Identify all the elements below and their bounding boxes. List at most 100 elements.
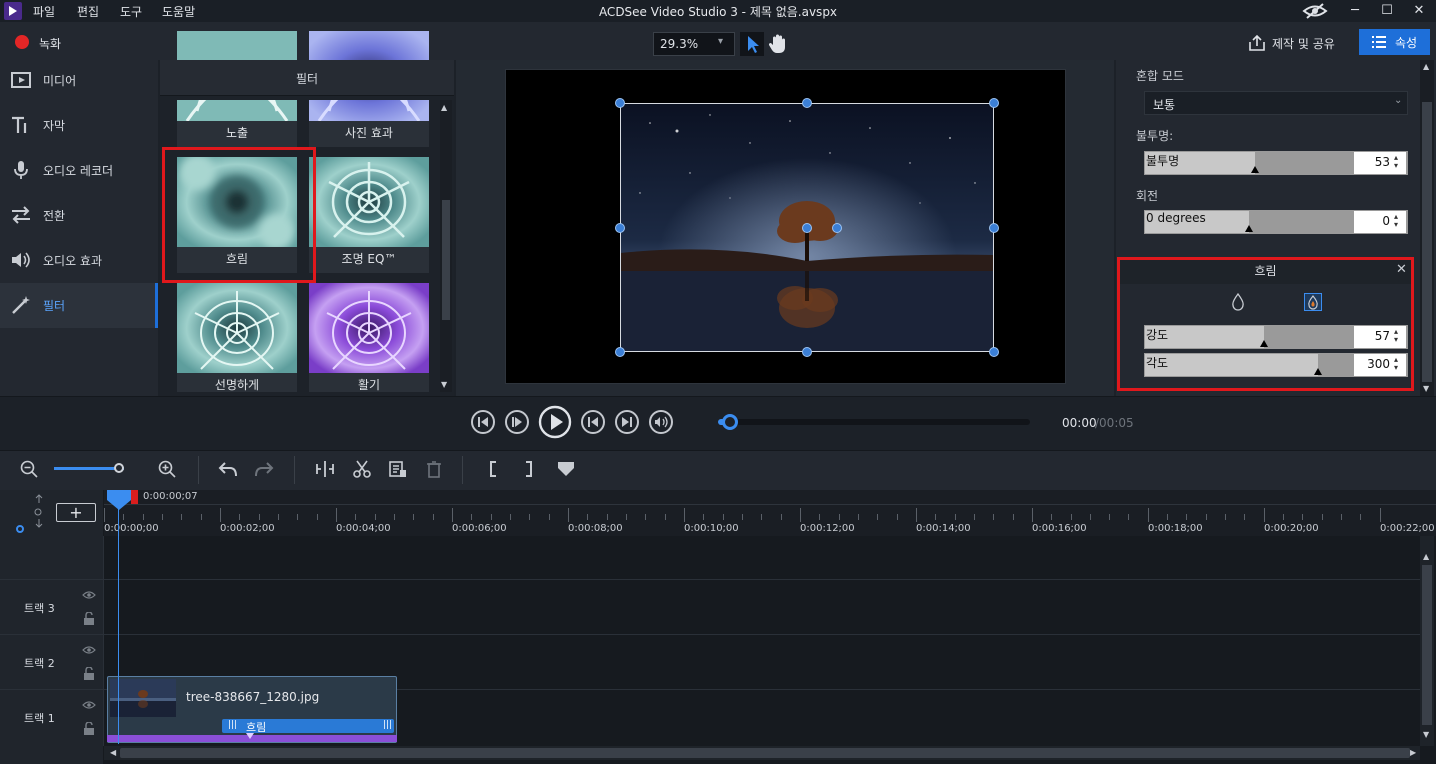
slider-marker[interactable] (1245, 225, 1253, 232)
hand-tool-icon[interactable] (766, 32, 790, 56)
minimize-button[interactable]: ─ (1338, 0, 1372, 22)
timeline-ruler[interactable] (104, 490, 1436, 536)
nav-item-filters[interactable]: 필터 (0, 283, 158, 328)
pointer-tool-icon[interactable] (740, 32, 764, 56)
add-track-button[interactable]: + (56, 503, 96, 522)
scroll-up-icon[interactable]: ▲ (441, 103, 447, 112)
resize-handle[interactable] (615, 98, 625, 108)
share-icon[interactable] (1248, 34, 1266, 52)
resize-handle[interactable] (802, 98, 812, 108)
app-logo-icon (4, 2, 22, 20)
record-icon[interactable] (15, 35, 29, 49)
filter-bar-right-handle[interactable]: ||| (383, 720, 392, 730)
timeline-zoom-knob[interactable] (114, 463, 124, 473)
filter-panel-title-text: 필터 (295, 72, 319, 86)
scroll-down-icon[interactable]: ▼ (1423, 730, 1429, 739)
filter-label: 사진 효과 (309, 121, 429, 147)
nav-item-transition[interactable]: 전환 (0, 193, 158, 238)
track-header-divider (103, 536, 104, 746)
scissors-icon[interactable] (352, 460, 372, 478)
mark-in-icon[interactable] (486, 460, 502, 478)
step-back-icon[interactable] (504, 409, 530, 435)
zoom-in-icon[interactable] (158, 460, 176, 478)
eye-settings-icon[interactable] (1302, 2, 1328, 20)
ruler-tick (316, 514, 318, 520)
menu-tools[interactable]: 도구 (120, 3, 142, 20)
play-icon[interactable] (537, 404, 573, 440)
properties-button[interactable]: 속성 (1359, 29, 1430, 55)
spinner-icon[interactable]: ▴ ▾ (1394, 154, 1404, 170)
marker-icon[interactable] (556, 460, 576, 478)
resize-handle[interactable] (989, 98, 999, 108)
resize-handle[interactable] (615, 347, 625, 357)
resize-handle[interactable] (802, 347, 812, 357)
lock-icon[interactable] (83, 722, 95, 736)
nav-label: 오디오 효과 (43, 254, 103, 268)
delete-icon[interactable] (424, 460, 444, 478)
rewind-icon[interactable] (470, 409, 496, 435)
nav-item-audio-recorder[interactable]: 오디오 레코더 (0, 148, 158, 193)
track-row-3[interactable] (0, 579, 1420, 634)
share-button[interactable]: 제작 및 공유 (1272, 35, 1335, 52)
record-label[interactable]: 녹화 (39, 35, 61, 52)
spinner-icon[interactable]: ▴ ▾ (1394, 213, 1404, 229)
ruler-tick (1051, 514, 1053, 520)
lock-icon[interactable] (83, 612, 95, 626)
filter-thumb-lighting-eq[interactable]: 조명 EQ™ (309, 157, 429, 273)
scroll-up-icon[interactable]: ▲ (1423, 62, 1429, 71)
volume-icon[interactable] (648, 409, 674, 435)
filter-preview-image (309, 283, 429, 373)
seek-track[interactable] (730, 419, 1030, 425)
filter-bar-left-handle[interactable]: ||| (228, 720, 237, 730)
eye-icon[interactable] (82, 645, 96, 655)
ruler-tick (1109, 514, 1111, 520)
menu-help[interactable]: 도움말 (162, 3, 195, 20)
scroll-left-icon[interactable]: ◀ (110, 748, 116, 757)
tick-label: 0:00:14;00 (916, 523, 971, 534)
nav-item-audio-effects[interactable]: 오디오 효과 (0, 238, 158, 283)
redo-icon[interactable] (254, 460, 274, 478)
resize-handle[interactable] (989, 223, 999, 233)
undo-icon[interactable] (218, 460, 238, 478)
resize-handle[interactable] (615, 223, 625, 233)
filter-scroll-thumb[interactable] (442, 200, 450, 320)
ruler-tick (1147, 508, 1149, 522)
blend-mode-select[interactable]: 보통 (1144, 91, 1408, 115)
seek-knob[interactable] (722, 414, 738, 430)
zoom-vertical-icon[interactable] (30, 493, 48, 533)
resize-handle[interactable] (989, 347, 999, 357)
ruler-tick (683, 508, 685, 522)
timeline-vertical-thumb[interactable] (1422, 565, 1432, 725)
lock-icon[interactable] (83, 667, 95, 681)
menu-file[interactable]: 파일 (33, 3, 55, 20)
clip-marker-icon[interactable] (246, 733, 254, 739)
nav-item-title[interactable]: 자막 (0, 103, 158, 148)
scroll-right-icon[interactable]: ▶ (1410, 748, 1416, 757)
mark-out-icon[interactable] (520, 460, 536, 478)
center-handle[interactable] (802, 223, 812, 233)
timeline-horizontal-thumb[interactable] (120, 748, 1410, 758)
menu-edit[interactable]: 편집 (77, 3, 99, 20)
rotate-handle[interactable] (832, 223, 842, 233)
previous-icon[interactable] (580, 409, 606, 435)
playhead-handle[interactable] (107, 490, 131, 510)
ruler-tick (200, 514, 202, 520)
split-icon[interactable] (315, 460, 335, 478)
filter-thumb-vibrance[interactable]: 활기 (309, 283, 429, 399)
filter-thumb-sharpen[interactable]: 선명하게 (177, 283, 297, 399)
ruler-tick (1128, 514, 1130, 520)
maximize-button[interactable]: ☐ (1370, 0, 1404, 22)
properties-scroll-thumb[interactable] (1422, 102, 1432, 382)
slider-marker[interactable] (1251, 166, 1259, 173)
paste-icon[interactable] (388, 460, 408, 478)
nav-item-media[interactable]: 미디어 (0, 58, 158, 103)
track-zoom-knob[interactable] (16, 525, 24, 533)
scroll-down-icon[interactable]: ▼ (1423, 384, 1429, 393)
scroll-up-icon[interactable]: ▲ (1423, 552, 1429, 561)
next-icon[interactable] (614, 409, 640, 435)
zoom-out-icon[interactable] (20, 460, 38, 478)
close-button[interactable]: ✕ (1402, 0, 1436, 22)
scroll-down-icon[interactable]: ▼ (441, 380, 447, 389)
eye-icon[interactable] (82, 590, 96, 600)
eye-icon[interactable] (82, 700, 96, 710)
